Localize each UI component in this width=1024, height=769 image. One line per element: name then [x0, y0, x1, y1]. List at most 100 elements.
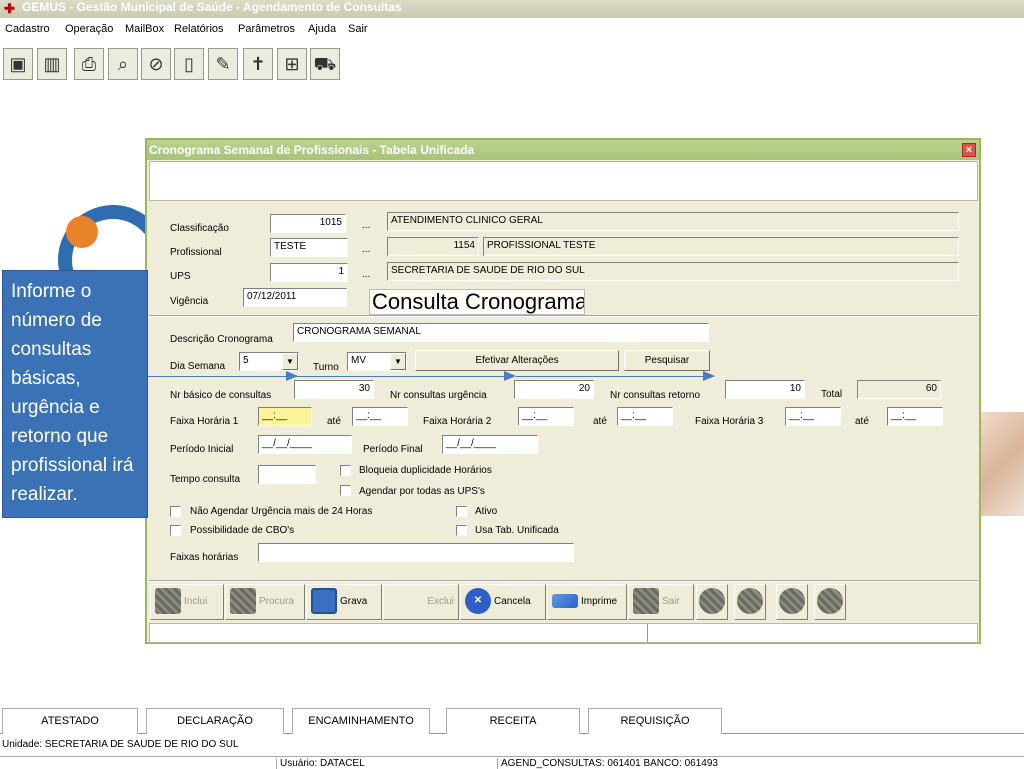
- computer-icon[interactable]: ▣: [3, 48, 33, 80]
- nao-agendar-urgencia-checkbox[interactable]: [170, 506, 181, 517]
- building-icon[interactable]: ▥: [37, 48, 67, 80]
- efetivar-alteracoes-button[interactable]: Efetivar Alterações: [415, 350, 619, 371]
- bottom-tab-bar: ATESTADO DECLARAÇÃO ENCAMINHAMENTO RECEI…: [0, 706, 1024, 734]
- total-label: Total: [821, 389, 843, 400]
- vigencia-field[interactable]: 07/12/2011: [243, 288, 347, 307]
- sair-button[interactable]: Sair: [628, 584, 694, 620]
- tempo-consulta-field[interactable]: [258, 465, 316, 484]
- dia-semana-label: Dia Semana: [170, 361, 226, 372]
- syringe-icon[interactable]: ✎: [208, 48, 238, 80]
- sair-label: Sair: [662, 596, 680, 607]
- faixa2-start-field[interactable]: __:__: [518, 407, 574, 426]
- faixas-horarias-field[interactable]: [258, 543, 574, 562]
- agendar-todas-ups-label: Agendar por todas as UPS's: [359, 486, 485, 497]
- menu-mailbox[interactable]: MailBox: [125, 23, 164, 35]
- arrowhead-icon: [286, 371, 298, 381]
- faixa2-end-field[interactable]: __:__: [617, 407, 673, 426]
- section-divider: [149, 315, 978, 317]
- pointer-arrow: [298, 376, 508, 377]
- classificacao-desc-field: ATENDIMENTO CLINICO GERAL: [387, 212, 959, 231]
- descricao-field[interactable]: CRONOGRAMA SEMANAL: [293, 323, 709, 342]
- tab-declaracao[interactable]: DECLARAÇÃO: [146, 708, 284, 734]
- search-icon: [230, 588, 256, 615]
- status-bar: Usuário: DATACEL AGEND_CONSULTAS: 061401…: [0, 756, 1024, 769]
- clipboard-icon[interactable]: ▯: [174, 48, 204, 80]
- nr-basico-label: Nr básico de consultas: [170, 390, 272, 401]
- first-record-icon: [699, 588, 725, 615]
- menu-operacao[interactable]: Operação: [65, 23, 113, 35]
- tab-receita[interactable]: RECEITA: [446, 708, 580, 734]
- last-record-button[interactable]: [814, 584, 846, 620]
- nr-retorno-field[interactable]: 10: [725, 380, 805, 399]
- tab-encaminhamento[interactable]: ENCAMINHAMENTO: [292, 708, 430, 734]
- nr-urgencia-field[interactable]: 20: [514, 380, 594, 399]
- arrowhead-icon: [504, 371, 516, 381]
- medical-kit-icon[interactable]: ⊞: [277, 48, 307, 80]
- pesquisar-button[interactable]: Pesquisar: [624, 350, 710, 371]
- periodo-inicial-field[interactable]: __/__/____: [258, 435, 352, 454]
- usa-tab-unificada-checkbox[interactable]: [456, 525, 467, 536]
- dialog-header-panel: [149, 161, 978, 201]
- ativo-checkbox[interactable]: [456, 506, 467, 517]
- exit-icon: [633, 588, 659, 615]
- inclui-button[interactable]: Inclui: [150, 584, 224, 620]
- background-logo-dot: [66, 216, 98, 248]
- menu-ajuda[interactable]: Ajuda: [308, 23, 336, 35]
- imprime-label: Imprime: [581, 596, 618, 607]
- ambulance-icon[interactable]: ⛟: [310, 48, 340, 80]
- menu-relatorios[interactable]: Relatórios: [174, 23, 224, 35]
- pill-icon[interactable]: ⊘: [141, 48, 171, 80]
- ups-label: UPS: [170, 271, 191, 282]
- printer-icon[interactable]: ⎙: [74, 48, 104, 80]
- menu-cadastro[interactable]: Cadastro: [5, 23, 50, 35]
- ups-code-field[interactable]: 1: [270, 263, 348, 282]
- nr-urgencia-label: Nr consultas urgência: [390, 390, 487, 401]
- classificacao-code-field[interactable]: 1015: [270, 214, 346, 233]
- nr-basico-field[interactable]: 30: [294, 380, 374, 399]
- chevron-down-icon[interactable]: ▼: [390, 353, 406, 370]
- periodo-final-field[interactable]: __/__/____: [442, 435, 538, 454]
- procura-button[interactable]: Procura: [225, 584, 305, 620]
- cancel-icon: ✕: [465, 588, 491, 615]
- previous-record-button[interactable]: [734, 584, 766, 620]
- close-icon[interactable]: ×: [962, 143, 976, 157]
- unidade-label: Unidade: SECRETARIA DE SAUDE DE RIO DO S…: [2, 739, 239, 750]
- chevron-down-icon[interactable]: ▼: [282, 353, 298, 370]
- consulta-cronograma-basico-button[interactable]: Consulta Cronograma Básico: [369, 289, 585, 315]
- bloqueia-duplicidade-checkbox[interactable]: [340, 465, 351, 476]
- grava-button[interactable]: Grava: [306, 584, 382, 620]
- cancela-button[interactable]: ✕ Cancela: [460, 584, 546, 620]
- menu-sair[interactable]: Sair: [348, 23, 368, 35]
- tab-atestado[interactable]: ATESTADO: [2, 708, 138, 734]
- background-photo: [980, 412, 1024, 516]
- save-icon: [311, 588, 337, 615]
- faixa3-start-field[interactable]: __:__: [785, 407, 841, 426]
- turno-label: Turno: [313, 362, 339, 373]
- cross-icon[interactable]: ✝: [243, 48, 273, 80]
- faixa2-label: Faixa Horária 2: [423, 416, 492, 427]
- classificacao-lookup-button[interactable]: ...: [362, 220, 370, 231]
- exclui-button[interactable]: Exclui: [383, 584, 459, 620]
- faixa1-end-field[interactable]: __:__: [352, 407, 408, 426]
- agend-status: AGEND_CONSULTAS: 061401 BANCO: 061493: [497, 758, 718, 769]
- tab-requisicao[interactable]: REQUISIÇÃO: [588, 708, 722, 734]
- faixa1-start-field[interactable]: __:__: [258, 407, 312, 426]
- faixa3-end-field[interactable]: __:__: [887, 407, 943, 426]
- pointer-arrow: [516, 376, 714, 377]
- profissional-field[interactable]: TESTE: [270, 238, 348, 257]
- agendar-todas-ups-checkbox[interactable]: [340, 485, 351, 496]
- ups-lookup-button[interactable]: ...: [362, 269, 370, 280]
- app-title: GEMUS - Gestão Municipal de Saúde - Agen…: [22, 0, 402, 14]
- menu-parametros[interactable]: Parâmetros: [238, 23, 295, 35]
- total-field: 60: [857, 380, 941, 399]
- magnifier-icon[interactable]: ⌕: [108, 48, 138, 80]
- classificacao-label: Classificação: [170, 223, 229, 234]
- profissional-code-field: 1154: [387, 237, 479, 256]
- first-record-button[interactable]: [696, 584, 728, 620]
- add-record-icon: [155, 588, 181, 615]
- next-record-button[interactable]: [776, 584, 808, 620]
- nr-retorno-label: Nr consultas retorno: [610, 390, 701, 401]
- imprime-button[interactable]: Imprime: [547, 584, 627, 620]
- possibilidade-cbo-checkbox[interactable]: [170, 525, 181, 536]
- profissional-lookup-button[interactable]: ...: [362, 244, 370, 255]
